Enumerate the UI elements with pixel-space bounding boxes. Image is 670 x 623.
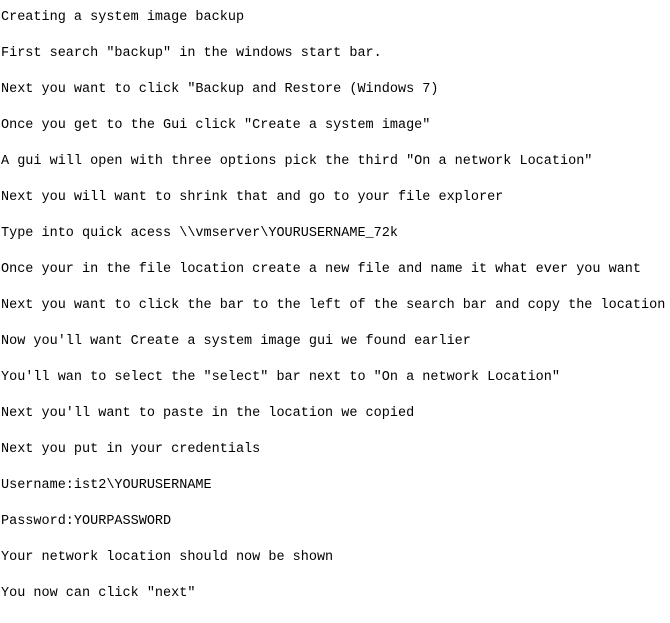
instruction-line: Next you will want to shrink that and go… [1,190,504,205]
instruction-line: You'll wan to select the "select" bar ne… [1,370,560,385]
instruction-line: Next you want to click the bar to the le… [1,298,666,313]
doc-title: Creating a system image backup [1,10,245,25]
instruction-line: Your network location should now be show… [1,550,334,565]
instruction-line: Next you want to click "Backup and Resto… [1,82,439,97]
instruction-line: Next you put in your credentials [1,442,261,457]
instruction-line: Once your in the file location create a … [1,262,642,277]
instruction-line: Type into quick acess \\vmserver\YOURUSE… [1,226,398,241]
instruction-line: Once you get to the Gui click "Create a … [1,118,431,133]
username-line: Username:ist2\YOURUSERNAME [1,478,212,493]
instruction-line: A gui will open with three options pick … [1,154,593,169]
instruction-line: Next you'll want to paste in the locatio… [1,406,415,421]
password-line: Password:YOURPASSWORD [1,514,172,529]
instruction-line: First search "backup" in the windows sta… [1,46,382,61]
document-body: Creating a system image backup First sea… [0,0,670,612]
instruction-line: Now you'll want Create a system image gu… [1,334,471,349]
instruction-line: You now can click "next" [1,586,196,601]
